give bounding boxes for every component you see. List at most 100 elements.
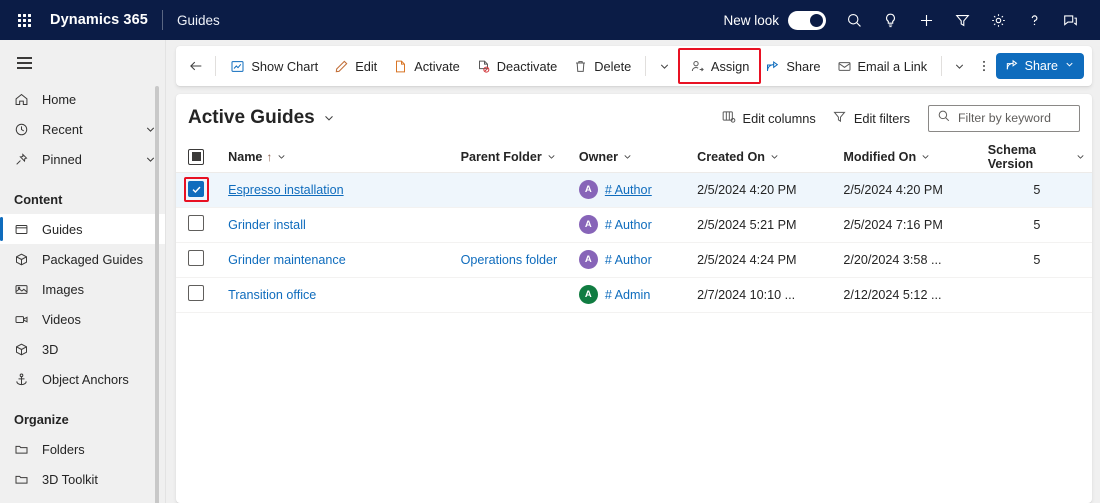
- column-header-modified-on[interactable]: Modified On: [837, 142, 981, 172]
- select-all-checkbox[interactable]: [188, 149, 204, 165]
- cell-schema-version: 5: [982, 242, 1092, 277]
- chevron-down-icon[interactable]: [920, 151, 931, 162]
- row-checkbox[interactable]: [188, 181, 204, 197]
- sidebar-item-guides-view[interactable]: Guides View: [0, 494, 165, 503]
- sidebar-item-home[interactable]: Home: [0, 84, 165, 114]
- chevron-down-icon[interactable]: [322, 111, 336, 125]
- question-icon[interactable]: [1016, 2, 1052, 38]
- cell-created-on: 2/7/2024 10:10 ...: [691, 277, 837, 312]
- chevron-down-icon[interactable]: [1064, 59, 1075, 73]
- app-header: Dynamics 365 Guides New look: [0, 0, 1100, 40]
- owner-link[interactable]: # Author: [605, 253, 652, 267]
- sidebar-item-recent[interactable]: Recent: [0, 114, 165, 144]
- lightbulb-icon[interactable]: [872, 2, 908, 38]
- row-checkbox[interactable]: [188, 215, 204, 231]
- chevron-down-icon[interactable]: [1075, 151, 1086, 162]
- sidebar-item-3d[interactable]: 3D: [0, 334, 165, 364]
- assign-button[interactable]: Assign: [682, 51, 757, 81]
- column-header-created-on[interactable]: Created On: [691, 142, 837, 172]
- owner-cell-inner: A # Admin: [579, 285, 685, 304]
- column-label: Owner: [579, 150, 618, 164]
- sidebar-item-folders[interactable]: Folders: [0, 434, 165, 464]
- table-row[interactable]: Transition office A # Admin: [176, 277, 1092, 312]
- filter-icon[interactable]: [944, 2, 980, 38]
- parent-folder-link[interactable]: Operations folder: [461, 253, 558, 267]
- chevron-down-icon[interactable]: [546, 151, 557, 162]
- table-row[interactable]: Espresso installation A # Author: [176, 172, 1092, 207]
- sidebar-item-label: Pinned: [42, 152, 82, 167]
- share-primary-button[interactable]: Share: [996, 53, 1084, 79]
- show-chart-button[interactable]: Show Chart: [222, 51, 326, 81]
- avatar: A: [579, 180, 598, 199]
- sidebar-scrollbar[interactable]: [155, 86, 159, 503]
- search-input[interactable]: [958, 111, 1071, 125]
- anchor-icon: [14, 372, 34, 387]
- deactivate-button[interactable]: Deactivate: [468, 51, 565, 81]
- sidebar-item-images[interactable]: Images: [0, 274, 165, 304]
- feedback-icon[interactable]: [1052, 2, 1088, 38]
- chevron-down-icon[interactable]: [276, 151, 287, 162]
- new-look-toggle[interactable]: [788, 11, 826, 30]
- hamburger-icon[interactable]: [4, 46, 44, 80]
- plus-icon[interactable]: [908, 2, 944, 38]
- column-header-owner-inner[interactable]: Owner: [579, 150, 633, 164]
- search-icon: [937, 109, 951, 128]
- guide-name-link[interactable]: Transition office: [228, 288, 316, 302]
- command-overflow-chevron-icon[interactable]: [652, 51, 676, 81]
- column-header-parent-folder[interactable]: Parent Folder: [455, 142, 573, 172]
- back-icon[interactable]: [182, 51, 209, 81]
- row-checkbox-cell: [176, 172, 222, 207]
- sidebar-item-3d-toolkit[interactable]: 3D Toolkit: [0, 464, 165, 494]
- sidebar-item-guides[interactable]: Guides: [0, 214, 165, 244]
- sidebar-item-object-anchors[interactable]: Object Anchors: [0, 364, 165, 394]
- search-icon[interactable]: [836, 2, 872, 38]
- avatar: A: [579, 215, 598, 234]
- row-checkbox[interactable]: [188, 250, 204, 266]
- table-row[interactable]: Grinder maintenance Operations folder A …: [176, 242, 1092, 277]
- email-a-link-button[interactable]: Email a Link: [829, 51, 936, 81]
- view-selector[interactable]: Active Guides: [188, 107, 336, 129]
- pin-icon: [14, 152, 34, 167]
- sidebar-item-packaged-guides[interactable]: Packaged Guides: [0, 244, 165, 274]
- owner-link[interactable]: # Author: [605, 218, 652, 232]
- sidebar-item-videos[interactable]: Videos: [0, 304, 165, 334]
- share-button[interactable]: Share: [757, 51, 828, 81]
- column-header-modified-on-inner[interactable]: Modified On: [843, 150, 931, 164]
- table-row[interactable]: Grinder install A # Author: [176, 207, 1092, 242]
- column-header-schema-version[interactable]: Schema Version: [982, 142, 1092, 172]
- guide-name-link[interactable]: Espresso installation: [228, 183, 344, 197]
- chevron-down-icon[interactable]: [769, 151, 780, 162]
- column-header-name-inner[interactable]: Name ↑: [228, 150, 287, 164]
- column-label: Name: [228, 150, 262, 164]
- edit-columns-button[interactable]: Edit columns: [713, 104, 824, 132]
- app-name-label[interactable]: Guides: [177, 13, 220, 28]
- guide-name-link[interactable]: Grinder maintenance: [228, 253, 346, 267]
- edit-filters-button[interactable]: Edit filters: [824, 104, 918, 132]
- column-label: Schema Version: [988, 143, 1071, 171]
- sort-ascending-icon: ↑: [266, 150, 272, 164]
- sidebar-group-content: Content: [0, 190, 165, 208]
- column-header-created-on-inner[interactable]: Created On: [697, 150, 780, 164]
- app-launcher-icon[interactable]: [10, 6, 38, 34]
- activate-button[interactable]: Activate: [385, 51, 468, 81]
- new-look-toggle-group[interactable]: New look: [723, 11, 826, 30]
- column-header-owner[interactable]: Owner: [573, 142, 691, 172]
- column-header-name[interactable]: Name ↑: [222, 142, 455, 172]
- avatar: A: [579, 250, 598, 269]
- chevron-down-icon[interactable]: [622, 151, 633, 162]
- delete-button[interactable]: Delete: [565, 51, 639, 81]
- owner-link[interactable]: # Admin: [605, 288, 651, 302]
- filter-search-box[interactable]: [928, 105, 1080, 132]
- gear-icon[interactable]: [980, 2, 1016, 38]
- owner-link[interactable]: # Author: [605, 183, 652, 197]
- sidebar-item-label: 3D: [42, 342, 58, 357]
- sidebar-item-pinned[interactable]: Pinned: [0, 144, 165, 174]
- deactivate-label: Deactivate: [497, 59, 557, 74]
- row-checkbox[interactable]: [188, 285, 204, 301]
- edit-button[interactable]: Edit: [326, 51, 385, 81]
- column-header-parent-folder-inner[interactable]: Parent Folder: [461, 150, 557, 164]
- command-overflow-chevron-icon-2[interactable]: [948, 51, 972, 81]
- column-header-schema-version-inner[interactable]: Schema Version: [988, 143, 1086, 171]
- more-commands-icon[interactable]: [972, 51, 996, 81]
- guide-name-link[interactable]: Grinder install: [228, 218, 306, 232]
